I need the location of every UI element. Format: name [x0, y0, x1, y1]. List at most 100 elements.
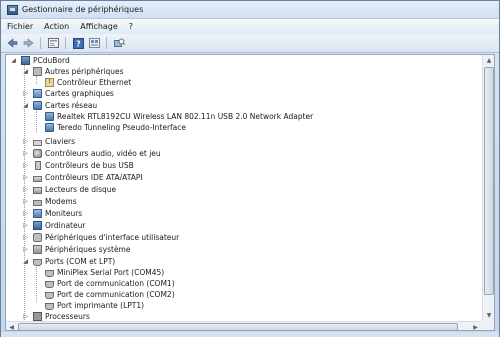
- warning-device-icon: [45, 77, 54, 87]
- tree-category[interactable]: ▷ Ordinateur: [22, 220, 85, 231]
- forward-arrow-icon[interactable]: [22, 37, 34, 49]
- title-bar[interactable]: Gestionnaire de périphériques: [1, 1, 499, 18]
- scroll-left-icon[interactable]: ◀: [6, 322, 17, 331]
- tree-category-label: Cartes graphiques: [45, 89, 114, 98]
- port-icon: [33, 258, 42, 266]
- display-adapter-icon: [33, 89, 42, 98]
- device-tree: ◢ PCduBord ◢ Autres périphériques Contrô…: [6, 55, 481, 321]
- expand-toggle-icon[interactable]: ▷: [22, 90, 29, 97]
- tree-device[interactable]: Realtek RTL8192CU Wireless LAN 802.11n U…: [45, 111, 313, 122]
- tree-category[interactable]: ▷ Contrôleurs de bus USB: [22, 160, 134, 171]
- port-icon: [45, 291, 54, 299]
- tree-category[interactable]: ▷ Périphériques système: [22, 244, 130, 255]
- scroll-down-icon[interactable]: ▼: [483, 310, 494, 321]
- vertical-scroll-thumb[interactable]: [484, 67, 494, 295]
- tree-category-label: Contrôleurs IDE ATA/ATAPI: [45, 173, 143, 182]
- tree-device[interactable]: Port de communication (COM2): [45, 289, 175, 300]
- collapse-toggle-icon[interactable]: ◢: [22, 102, 29, 109]
- back-arrow-icon[interactable]: [6, 37, 18, 49]
- device-manager-icon: [7, 4, 18, 15]
- tree-category[interactable]: ▷ Contrôleurs IDE ATA/ATAPI: [22, 172, 143, 183]
- scrollbar-corner: [482, 321, 494, 330]
- hid-icon: [33, 233, 42, 242]
- horizontal-scrollbar[interactable]: ◀ ▶: [6, 321, 482, 331]
- svg-text:?: ?: [76, 39, 81, 48]
- tree-device-label: Port imprimante (LPT1): [57, 301, 145, 310]
- ide-controller-icon: [33, 175, 42, 182]
- tree-category[interactable]: ▷ Modems: [22, 196, 76, 207]
- menu-fichier[interactable]: Fichier: [7, 22, 33, 31]
- device-manager-window: Gestionnaire de périphériques Fichier Ac…: [0, 0, 500, 337]
- tree-category-label: Ports (COM et LPT): [45, 257, 116, 266]
- tree-category[interactable]: ▷ Contrôleurs audio, vidéo et jeu: [22, 148, 161, 159]
- scan-hardware-icon[interactable]: [113, 37, 125, 49]
- expand-toggle-icon[interactable]: ▷: [22, 186, 29, 193]
- tree-device[interactable]: Contrôleur Ethernet: [45, 77, 131, 88]
- expand-toggle-icon[interactable]: ▷: [22, 162, 29, 169]
- expand-toggle-icon[interactable]: ▷: [22, 198, 29, 205]
- tree-category[interactable]: ▷ Lecteurs de disque: [22, 184, 116, 195]
- window-title: Gestionnaire de périphériques: [22, 5, 144, 14]
- menu-bar: Fichier Action Affichage ?: [1, 18, 499, 34]
- properties-icon[interactable]: [47, 37, 59, 49]
- expand-toggle-icon[interactable]: ▷: [22, 150, 29, 157]
- tree-device-label: Realtek RTL8192CU Wireless LAN 802.11n U…: [57, 112, 314, 121]
- network-adapter-icon: [45, 112, 54, 121]
- tree-device[interactable]: Teredo Tunneling Pseudo-Interface: [45, 122, 186, 133]
- tree-category-label: Autres périphériques: [45, 67, 124, 76]
- processor-icon: [33, 312, 42, 321]
- tree-category-label: Contrôleurs de bus USB: [45, 161, 134, 170]
- help-icon[interactable]: ?: [72, 37, 84, 49]
- expand-toggle-icon[interactable]: ▷: [22, 234, 29, 241]
- port-icon: [45, 280, 54, 288]
- collapse-toggle-icon[interactable]: ◢: [22, 68, 29, 75]
- tree-category-label: Claviers: [45, 137, 76, 146]
- expand-toggle-icon[interactable]: ▷: [22, 210, 29, 217]
- vertical-scrollbar[interactable]: ▲ ▼: [482, 55, 494, 321]
- toolbar-separator: [65, 37, 66, 49]
- port-icon: [45, 269, 54, 277]
- scroll-right-icon[interactable]: ▶: [470, 322, 481, 331]
- tree-root[interactable]: ◢ PCduBord: [10, 55, 70, 66]
- tree-category[interactable]: ▷ Claviers: [22, 136, 75, 147]
- system-device-icon: [33, 245, 42, 254]
- collapse-toggle-icon[interactable]: ◢: [10, 57, 17, 64]
- tree-device-label: Contrôleur Ethernet: [57, 78, 132, 87]
- network-adapter-icon: [45, 123, 54, 132]
- tree-category[interactable]: ▷ Moniteurs: [22, 208, 82, 219]
- audio-icon: [33, 149, 42, 158]
- toolbar-separator: [40, 37, 41, 49]
- expand-toggle-icon[interactable]: ▷: [22, 222, 29, 229]
- keyboard-icon: [33, 139, 42, 146]
- menu-affichage[interactable]: Affichage: [80, 22, 118, 31]
- tree-device-label: Teredo Tunneling Pseudo-Interface: [57, 123, 187, 132]
- computer-icon: [33, 221, 42, 230]
- collapse-toggle-icon[interactable]: ◢: [22, 258, 29, 265]
- menu-action[interactable]: Action: [44, 22, 69, 31]
- tree-category-label: Lecteurs de disque: [45, 185, 117, 194]
- tree-device[interactable]: Port de communication (COM1): [45, 278, 175, 289]
- view-toggle-icon[interactable]: [88, 37, 100, 49]
- tree-category[interactable]: ◢ Autres périphériques: [22, 66, 124, 77]
- horizontal-scroll-thumb[interactable]: [18, 323, 458, 330]
- scroll-up-icon[interactable]: ▲: [483, 55, 494, 66]
- tree-category[interactable]: ◢ Cartes réseau: [22, 100, 97, 111]
- tree-category-label: Moniteurs: [45, 209, 83, 218]
- toolbar-separator: [106, 37, 107, 49]
- tree-category-label: Cartes réseau: [45, 101, 98, 110]
- tree-category-label: Périphériques d'interface utilisateur: [45, 233, 180, 242]
- tree-category[interactable]: ▷ Cartes graphiques: [22, 88, 114, 99]
- expand-toggle-icon[interactable]: ▷: [22, 138, 29, 145]
- tree-device[interactable]: Port imprimante (LPT1): [45, 300, 144, 311]
- expand-toggle-icon[interactable]: ▷: [22, 174, 29, 181]
- computer-icon: [21, 56, 30, 65]
- monitor-icon: [33, 209, 42, 218]
- expand-toggle-icon[interactable]: ▷: [22, 313, 29, 320]
- tree-device[interactable]: MiniPlex Serial Port (COM45): [45, 267, 164, 278]
- menu-help[interactable]: ?: [129, 22, 133, 31]
- tree-category[interactable]: ◢ Ports (COM et LPT): [22, 256, 115, 267]
- tree-category[interactable]: ▷ Périphériques d'interface utilisateur: [22, 232, 179, 243]
- expand-toggle-icon[interactable]: ▷: [22, 246, 29, 253]
- tree-device-label: Port de communication (COM1): [57, 279, 175, 288]
- tree-category-label: Ordinateur: [45, 221, 86, 230]
